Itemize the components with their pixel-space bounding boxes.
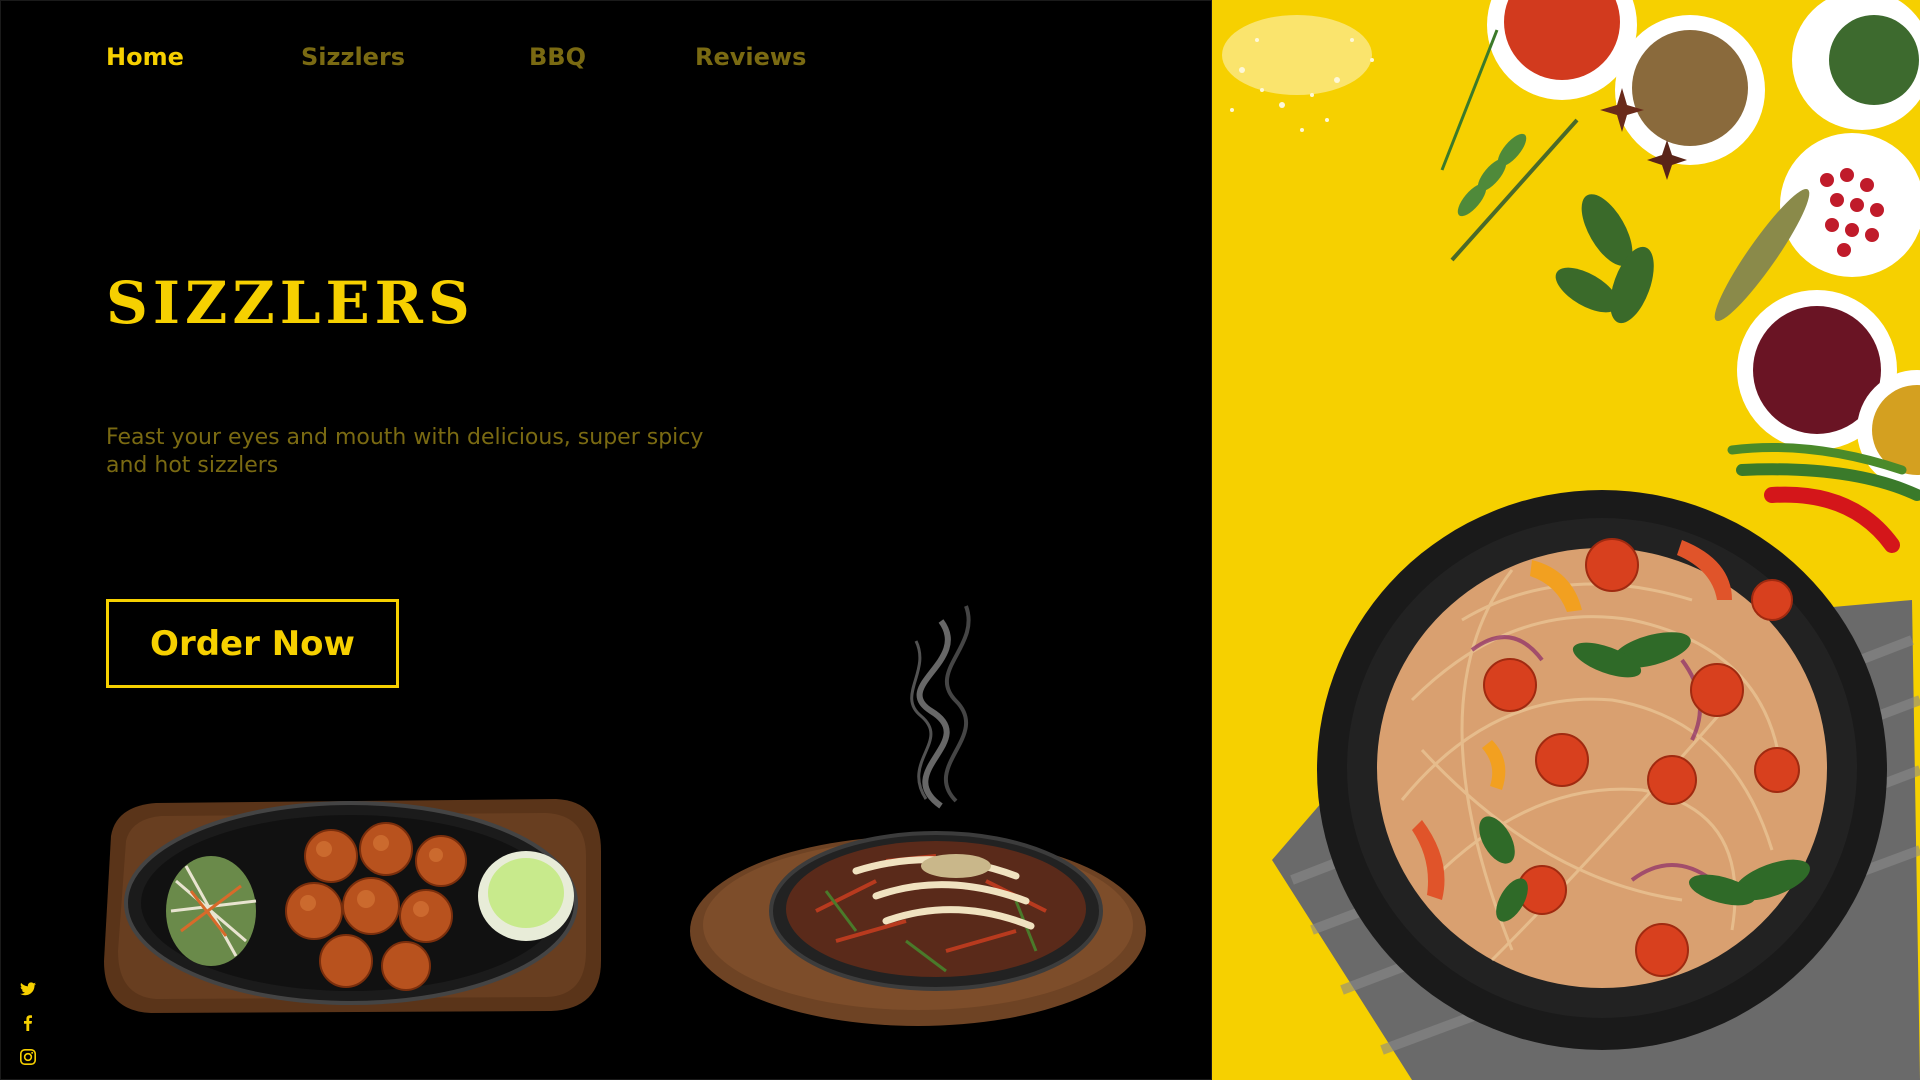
page-title: SIZZLERS xyxy=(106,269,475,337)
food-photo-panel xyxy=(1212,0,1920,1080)
nav-item-home[interactable]: Home xyxy=(106,43,184,71)
chicken-sizzler-image xyxy=(104,799,601,1013)
nav-item-bbq[interactable]: BBQ xyxy=(529,43,586,71)
steam-image xyxy=(910,605,971,809)
facebook-icon[interactable] xyxy=(18,1013,38,1033)
noodle-sizzler-image xyxy=(690,831,1146,1026)
hero-subtitle: Feast your eyes and mouth with delicious… xyxy=(106,425,704,478)
spaghetti-spices-image xyxy=(1222,0,1920,1080)
hero-panel: Home Sizzlers BBQ Reviews SIZZLERS Feast… xyxy=(0,0,1212,1080)
order-now-button[interactable]: Order Now xyxy=(106,599,399,688)
instagram-icon[interactable] xyxy=(18,1047,38,1067)
nav-item-sizzlers[interactable]: Sizzlers xyxy=(301,43,405,71)
nav-item-reviews[interactable]: Reviews xyxy=(695,43,806,71)
twitter-icon[interactable] xyxy=(18,979,38,999)
